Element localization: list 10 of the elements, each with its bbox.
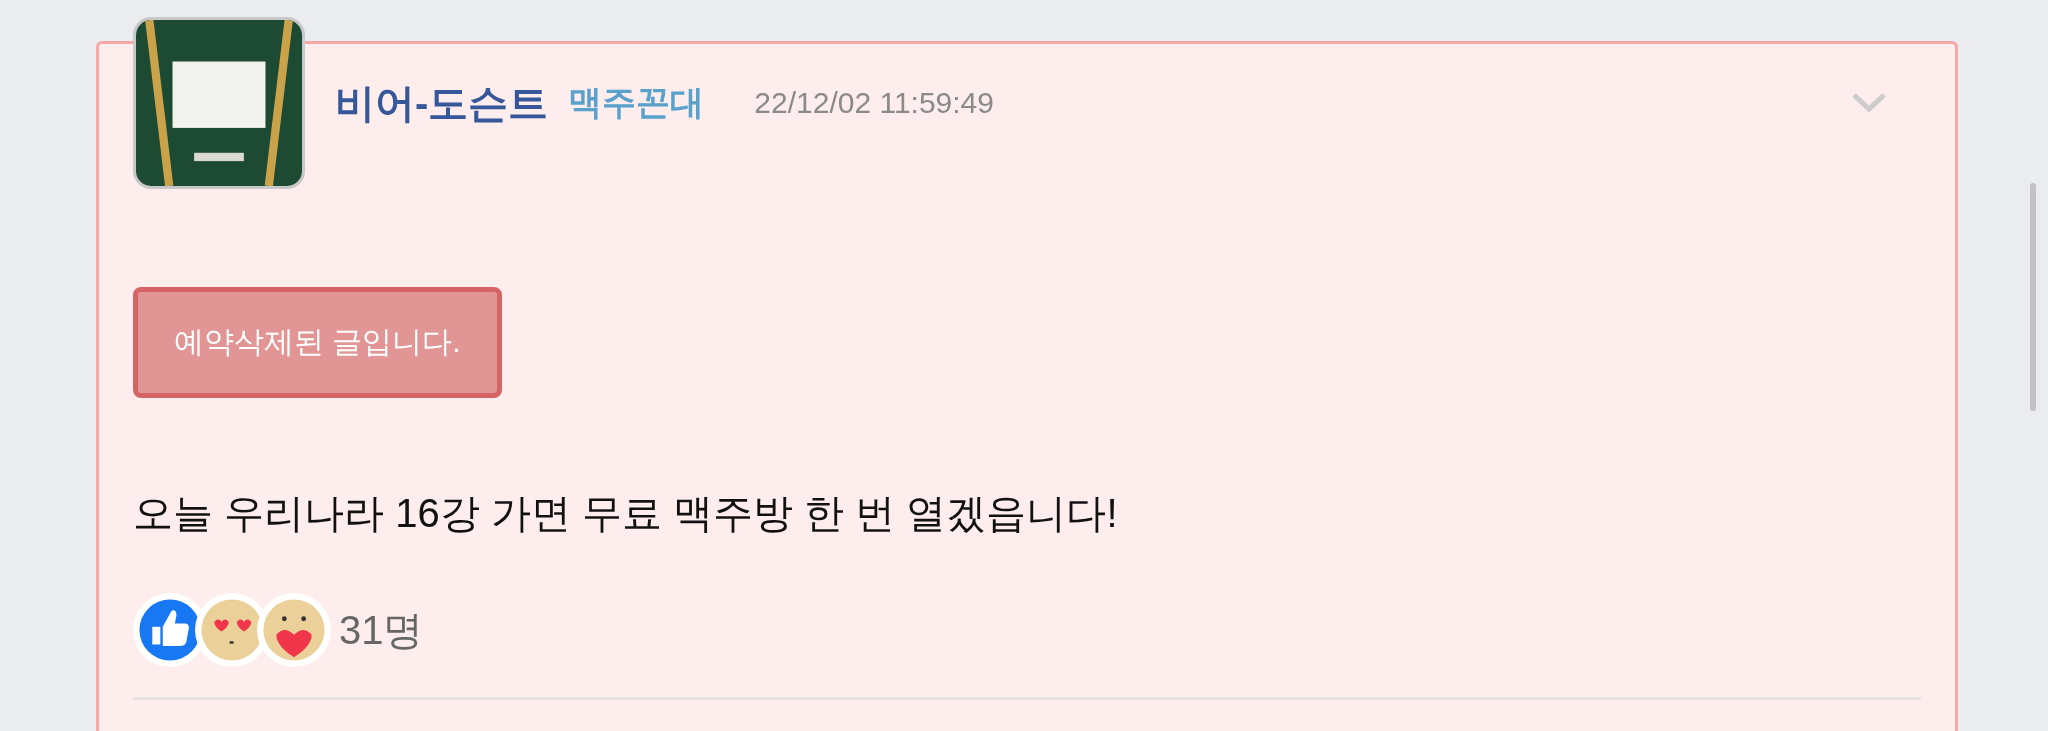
hugging-heart-face-icon [257, 593, 331, 667]
chevron-down-icon[interactable] [1851, 91, 1887, 115]
deleted-notice: 예약삭제된 글입니다. [133, 287, 502, 398]
post-text: 오늘 우리나라 16강 가면 무료 맥주방 한 번 열겠읍니다! [133, 490, 1119, 537]
scrollbar[interactable] [2030, 183, 2036, 411]
author-name[interactable]: 비어-도슨트 [335, 75, 549, 131]
post-time: 22/12/02 11:59:49 [754, 86, 994, 120]
user-title: 맥주꼰대 [568, 82, 705, 123]
avatar-image[interactable] [133, 17, 305, 189]
reaction-count[interactable]: 31명 [339, 602, 424, 658]
